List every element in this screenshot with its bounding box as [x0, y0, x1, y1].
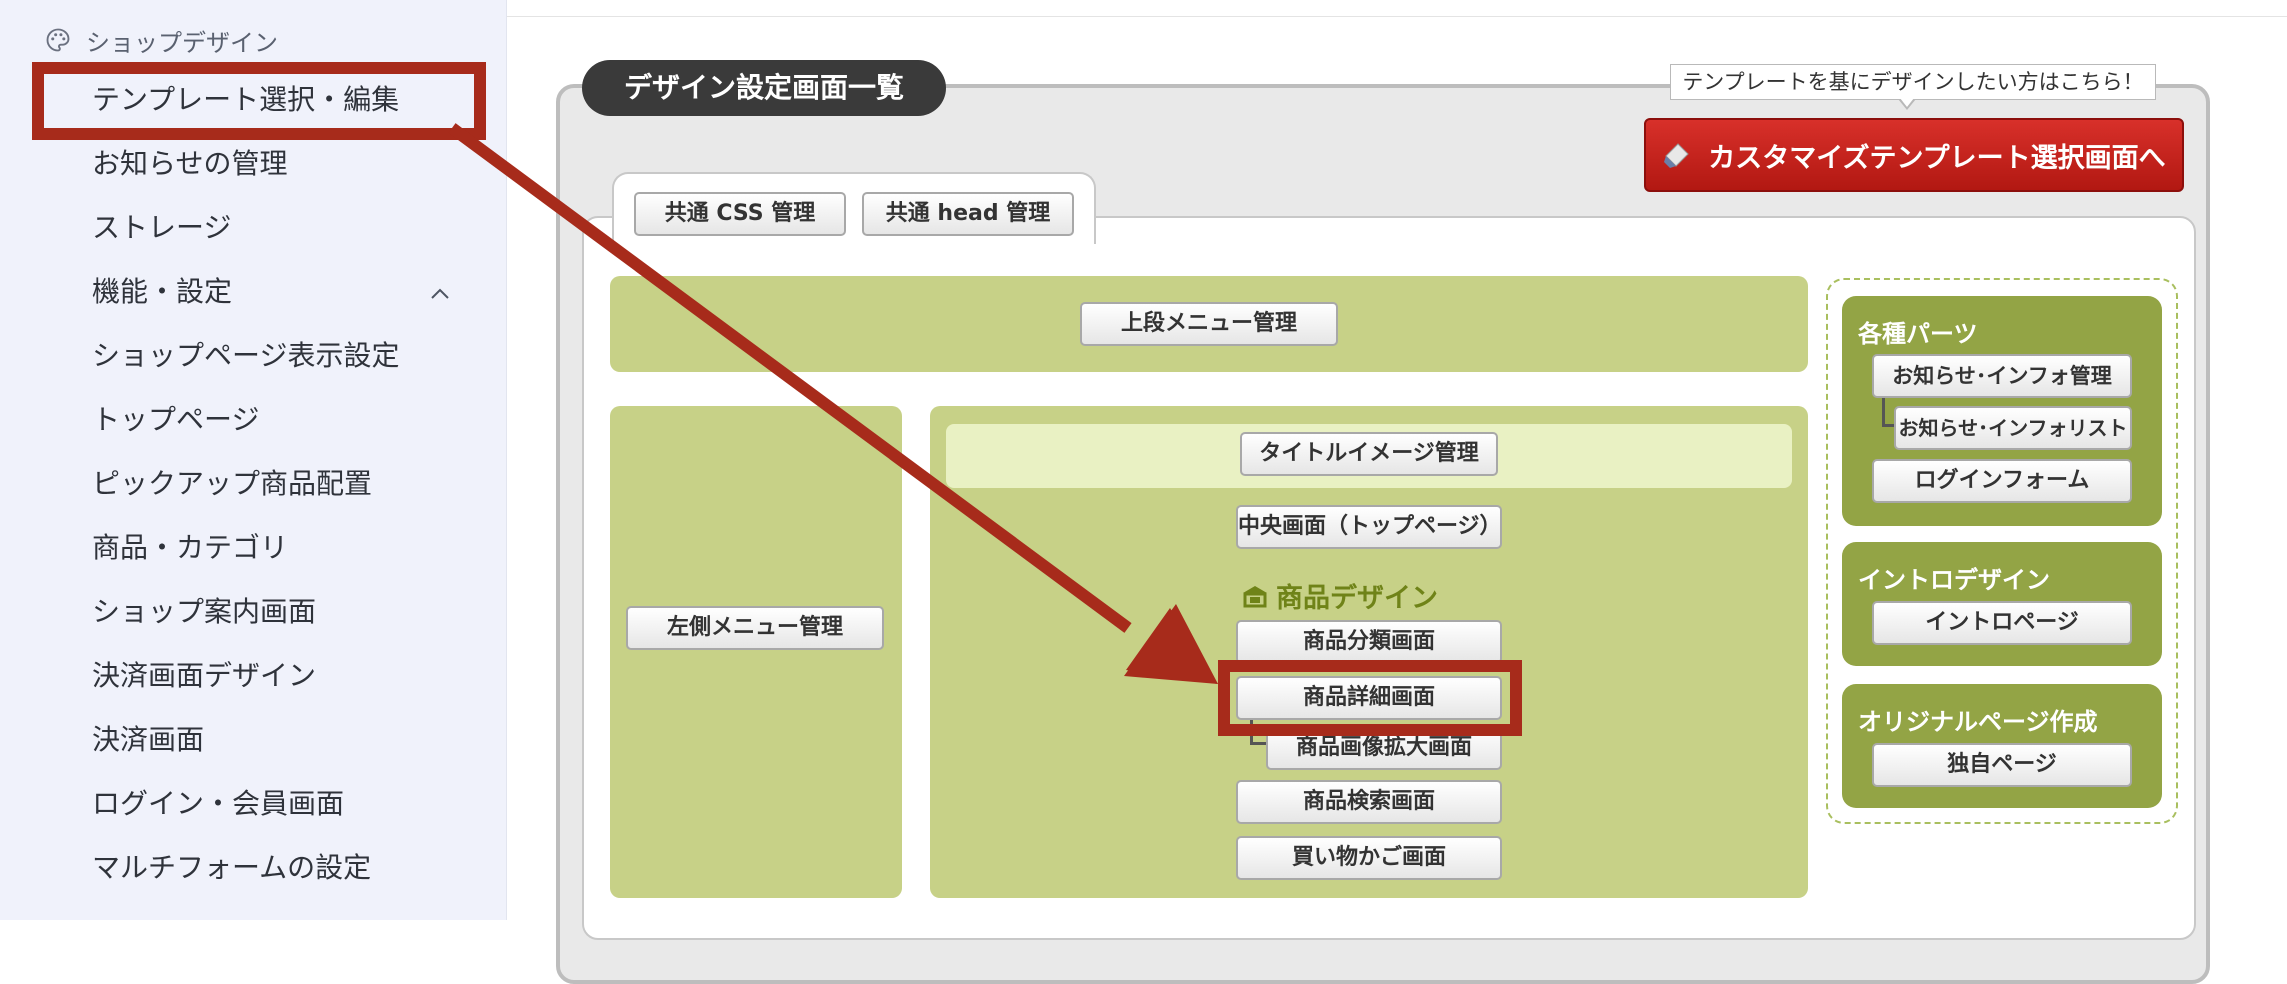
annotation-arrow — [448, 123, 1218, 684]
